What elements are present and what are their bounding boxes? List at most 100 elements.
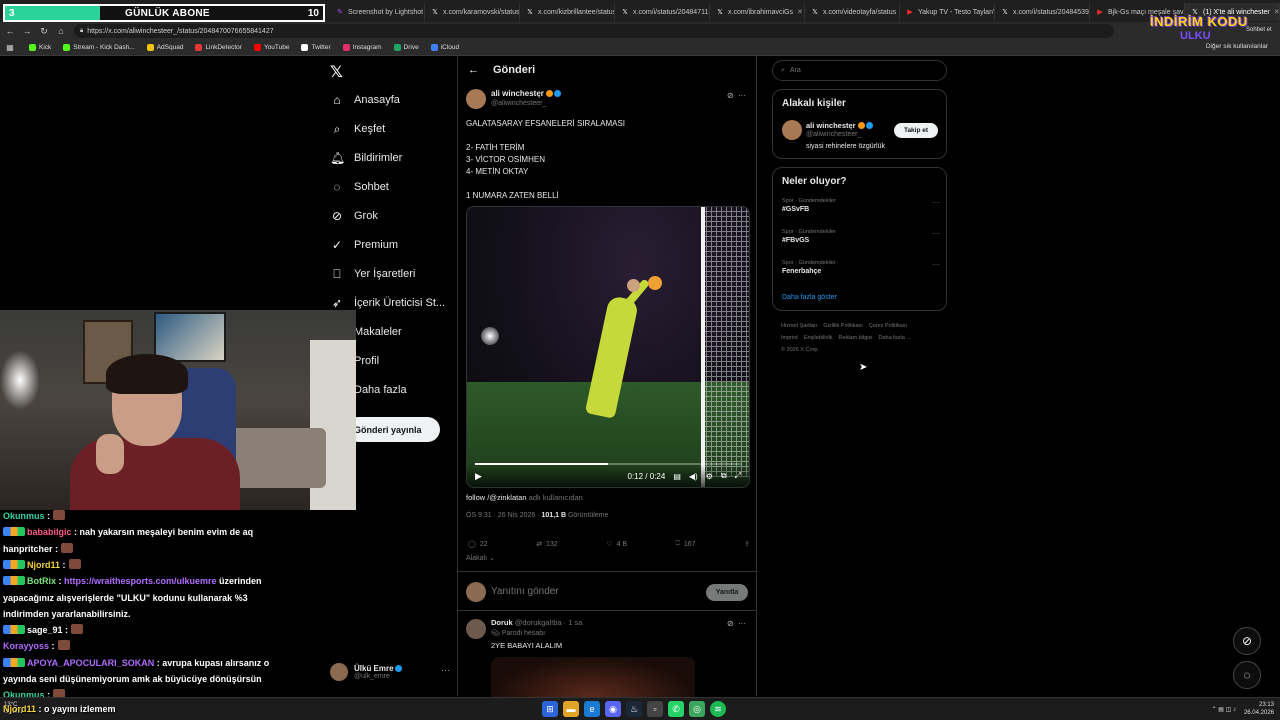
- bookmark-item[interactable]: Twitter: [301, 44, 331, 51]
- more-icon[interactable]: ···: [738, 91, 746, 100]
- browser-tab[interactable]: 𝕏x.com/videotayfa/status✕: [805, 3, 900, 21]
- share-action[interactable]: ⇪: [744, 537, 750, 551]
- bookmark-action[interactable]: ⎕ 167: [676, 537, 696, 551]
- chat-username[interactable]: APOYA_APOCULARI_SOKAN: [27, 658, 154, 668]
- chat-username[interactable]: Korayyoss: [3, 641, 49, 651]
- browser-tab[interactable]: ✎Screenshot by Lightshot✕: [330, 3, 425, 21]
- back-nav-icon[interactable]: ←: [3, 24, 17, 38]
- app2-icon[interactable]: ◎: [689, 701, 705, 717]
- browser-tab[interactable]: ▶Yakup TV - Testo Taylan'ı✕: [900, 3, 995, 21]
- chat-username[interactable]: BotRix: [27, 576, 56, 586]
- chat-link[interactable]: https://wraithesports.com/ulkuemre: [64, 576, 217, 586]
- browser-tab[interactable]: 𝕏x.com/i/status/20484539✕: [995, 3, 1090, 21]
- close-icon[interactable]: ✕: [1274, 8, 1279, 16]
- apps-icon[interactable]: ▦: [3, 41, 17, 55]
- more-icon[interactable]: ···: [932, 260, 940, 269]
- reload-icon[interactable]: ↻: [37, 24, 51, 38]
- repost-action[interactable]: ⇄ 132: [536, 537, 558, 551]
- back-arrow-icon[interactable]: ←: [468, 64, 479, 76]
- sidebar-item[interactable]: ⊘ Grok: [330, 206, 378, 226]
- footer-link[interactable]: Gizlilik Politikası: [823, 323, 862, 329]
- footer-link[interactable]: Çerez Politikası: [869, 323, 907, 329]
- url-input[interactable]: 🔒︎ https://x.com/aliwinchesteer_/status/…: [74, 24, 1114, 38]
- edge-icon[interactable]: e: [584, 701, 600, 717]
- reply-media[interactable]: [491, 657, 695, 697]
- sidebar-item[interactable]: ⎕ Yer İşaretleri: [330, 264, 415, 284]
- account-switcher[interactable]: Ülkü Emre @ulk_emre ···: [330, 660, 450, 684]
- reply-button[interactable]: Yanıtla: [706, 584, 748, 601]
- footer-link[interactable]: Erişilebilirlik: [804, 335, 833, 341]
- sidebar-item[interactable]: ◌ Sohbet: [330, 177, 388, 197]
- grok-icon[interactable]: ⊘: [727, 91, 734, 100]
- start-icon[interactable]: ⊞: [542, 701, 558, 717]
- source-user[interactable]: follow /@zinklatan: [466, 493, 527, 502]
- settings-icon[interactable]: ⚙: [706, 472, 713, 481]
- close-icon[interactable]: ✕: [797, 8, 803, 16]
- chat-username[interactable]: hanpritcher: [3, 544, 53, 554]
- like-action[interactable]: ♡ 4 B: [606, 537, 627, 551]
- person-name[interactable]: ali winchestęr: [806, 121, 873, 130]
- chat-username[interactable]: bababilgic: [27, 527, 72, 537]
- chat-username[interactable]: Okunmus: [3, 511, 45, 521]
- reply-input[interactable]: Yanıtını gönder: [491, 586, 559, 597]
- home-nav-icon[interactable]: ⌂: [54, 24, 68, 38]
- x-logo-icon[interactable]: 𝕏: [330, 62, 343, 82]
- browser-tab[interactable]: 𝕏x.com/ibrahimavciGs ✕: [710, 3, 805, 21]
- other-bookmarks[interactable]: Diğer sık kullanılanlar: [1206, 43, 1268, 50]
- more-icon[interactable]: ···: [441, 665, 450, 675]
- avatar[interactable]: [782, 120, 802, 140]
- captions-icon[interactable]: ▤: [673, 472, 681, 481]
- volume-icon[interactable]: ◀): [689, 472, 698, 481]
- browser-tab[interactable]: 𝕏x.com/i/status/20484711✕: [615, 3, 710, 21]
- more-icon[interactable]: ···: [932, 198, 940, 207]
- sidebar-item[interactable]: ✓ Premium: [330, 235, 398, 255]
- footer-link[interactable]: © 2026 X Corp.: [781, 347, 819, 353]
- bookmark-item[interactable]: Stream - Kick Dash...: [63, 44, 135, 51]
- fullscreen-icon[interactable]: ⤢: [735, 471, 741, 481]
- post-time[interactable]: ÖS 9:31 · 26 Nis 2026 ·: [466, 512, 541, 519]
- bookmark-item[interactable]: iCloud: [430, 44, 459, 51]
- reply-author[interactable]: Doruk @dorukgal!ba · 1 sa: [491, 618, 582, 627]
- trend-item[interactable]: Spor · Gündemdekiler Fenerbahçe ···: [782, 260, 940, 275]
- sidebar-item[interactable]: 🔔︎ Bildirimler: [330, 148, 402, 168]
- trend-item[interactable]: Spor · Gündemdekiler #FBvGS ···: [782, 229, 940, 244]
- forward-nav-icon[interactable]: →: [20, 24, 34, 38]
- app-icon[interactable]: ▫: [647, 701, 663, 717]
- whatsapp-icon[interactable]: ✆: [668, 701, 684, 717]
- author-handle[interactable]: @aliwinchesteer_: [491, 100, 546, 107]
- more-icon[interactable]: ···: [932, 229, 940, 238]
- bookmark-item[interactable]: Kick: [29, 44, 51, 51]
- related-link[interactable]: Alakalı ⌄: [466, 554, 495, 562]
- explorer-icon[interactable]: ▬: [563, 701, 579, 717]
- sidebar-item[interactable]: ⌕ Keşfet: [330, 119, 386, 139]
- footer-link[interactable]: Reklam bilgisi: [839, 335, 873, 341]
- footer-link[interactable]: Imprint: [781, 335, 798, 341]
- browser-tab[interactable]: 𝕏x.com/kizbrillantee/status✕: [520, 3, 615, 21]
- person-handle[interactable]: @aliwinchesteer_: [806, 131, 861, 138]
- follow-button[interactable]: Takip et: [894, 123, 938, 138]
- bookmark-item[interactable]: AdSquad: [146, 44, 183, 51]
- pip-icon[interactable]: ⧉: [721, 471, 727, 481]
- messages-widget-icon[interactable]: ◌: [1233, 661, 1261, 689]
- show-more-link[interactable]: Daha fazla göster: [782, 294, 837, 301]
- reply-avatar[interactable]: [466, 619, 486, 639]
- author-avatar[interactable]: [466, 89, 486, 109]
- search-input[interactable]: ⌕ Ara: [772, 60, 947, 81]
- bookmark-item[interactable]: Drive: [393, 44, 419, 51]
- post-button[interactable]: Gönderi yayınla: [346, 417, 440, 442]
- bookmark-item[interactable]: YouTube: [253, 44, 289, 51]
- chat-side-label[interactable]: Sohbet et: [1246, 27, 1272, 33]
- clock[interactable]: 23:13 26.04.2026: [1244, 701, 1274, 717]
- grok-widget-icon[interactable]: ⊘: [1233, 627, 1261, 655]
- footer-link[interactable]: Hizmet Şartları: [781, 323, 817, 329]
- steam-icon[interactable]: ♨: [626, 701, 642, 717]
- footer-link[interactable]: Daha fazla ...: [878, 335, 910, 341]
- reply-action[interactable]: ◯ 22: [468, 537, 488, 551]
- more-icon[interactable]: ···: [738, 619, 746, 628]
- grok-icon[interactable]: ⊘: [727, 619, 734, 628]
- author-name[interactable]: ali winchestęr: [491, 89, 561, 98]
- browser-tab[interactable]: 𝕏x.com/karamovski/status✕: [425, 3, 520, 21]
- bookmark-item[interactable]: LinkDetector: [195, 44, 242, 51]
- spotify-icon[interactable]: ≋: [710, 701, 726, 717]
- bookmark-item[interactable]: Instagram: [342, 44, 382, 51]
